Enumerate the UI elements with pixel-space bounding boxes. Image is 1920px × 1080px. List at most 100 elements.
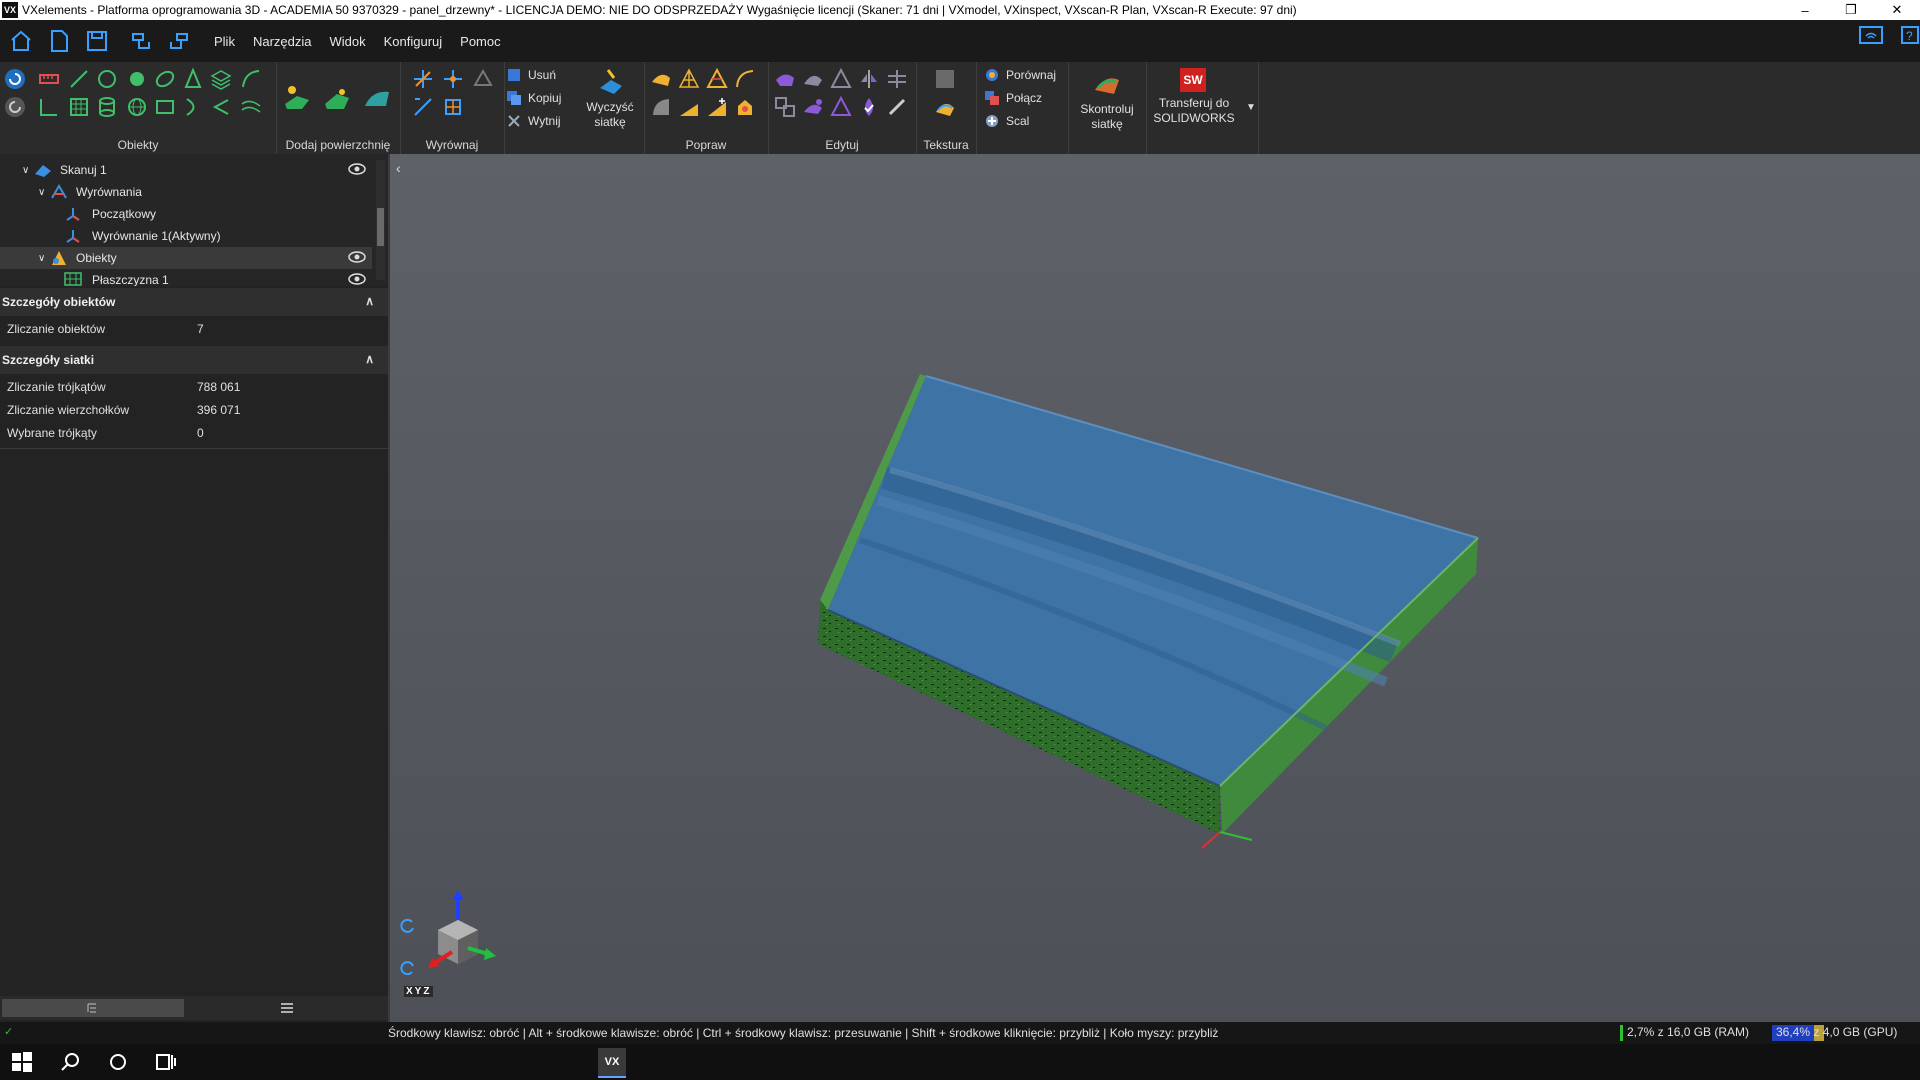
redo-icon[interactable] xyxy=(162,24,196,58)
compare-button[interactable]: Porównaj xyxy=(984,66,1064,86)
minimize-icon[interactable]: – xyxy=(1782,0,1828,20)
copy-button[interactable]: Kopiuj xyxy=(504,89,566,109)
align-icon[interactable] xyxy=(412,68,434,90)
visibility-eye-icon[interactable] xyxy=(348,251,366,263)
tree-item-skan[interactable]: ∨ Skanuj 1 xyxy=(0,159,372,181)
remesh-icon[interactable] xyxy=(802,96,824,118)
vxelements-taskbar-icon[interactable]: VX xyxy=(598,1048,626,1078)
chevron-up-icon[interactable]: ∧ xyxy=(365,352,374,366)
thicken-icon[interactable] xyxy=(830,96,852,118)
angle-icon[interactable] xyxy=(38,96,60,118)
clean-mesh-button[interactable]: Wyczyść siatkę xyxy=(580,66,640,146)
view-cube[interactable]: XYZ xyxy=(400,890,500,1000)
texture-icon[interactable] xyxy=(934,96,956,118)
menu-pomoc[interactable]: Pomoc xyxy=(460,34,500,49)
chevron-up-icon[interactable]: ∧ xyxy=(365,294,374,308)
measure-icon[interactable] xyxy=(38,68,60,90)
tree-item-plaszczyzna-1[interactable]: Płaszczyzna 1 xyxy=(0,269,372,286)
rotate-left-icon[interactable] xyxy=(400,918,416,934)
circle-icon[interactable] xyxy=(96,68,118,90)
texture-disabled-icon[interactable] xyxy=(934,68,956,90)
object-details-header[interactable]: Szczegóły obiektów ∧ xyxy=(0,288,388,316)
decimate-icon[interactable] xyxy=(678,68,700,90)
bridge-icon[interactable] xyxy=(678,96,700,118)
cone-icon[interactable] xyxy=(182,68,204,90)
tree-item-poczatkowy[interactable]: Początkowy xyxy=(0,203,372,225)
undo-icon[interactable] xyxy=(124,24,158,58)
line-icon[interactable] xyxy=(68,68,90,90)
windows-start-icon[interactable] xyxy=(10,1050,34,1074)
layers-icon[interactable] xyxy=(210,68,232,90)
visibility-eye-icon[interactable] xyxy=(348,273,366,285)
restore-icon[interactable]: ❐ xyxy=(1828,0,1874,20)
tree-item-wyrownanie-1[interactable]: Wyrównanie 1(Aktywny) xyxy=(0,225,372,247)
menu-narzedzia[interactable]: Narzędzia xyxy=(253,34,312,49)
check-drop-icon[interactable] xyxy=(858,96,880,118)
menu-konfiguruj[interactable]: Konfiguruj xyxy=(384,34,443,49)
sphere-icon[interactable] xyxy=(126,68,148,90)
curve-icon[interactable] xyxy=(240,68,262,90)
align-disabled-icon[interactable] xyxy=(472,68,494,90)
patch-icon[interactable] xyxy=(706,96,728,118)
pen-icon[interactable] xyxy=(886,96,908,118)
add-surface-star-icon[interactable] xyxy=(282,82,312,112)
chevron-down-icon[interactable]: ∨ xyxy=(22,165,29,176)
rotate-right-icon[interactable] xyxy=(400,960,416,976)
menu-widok[interactable]: Widok xyxy=(329,34,365,49)
curve-fix-icon[interactable] xyxy=(734,68,756,90)
arc-icon[interactable] xyxy=(182,96,204,118)
mesh-details-header[interactable]: Szczegóły siatki ∧ xyxy=(0,346,388,374)
edit-shape-icon[interactable] xyxy=(802,68,824,90)
grid-plane-icon[interactable] xyxy=(68,96,90,118)
help-icon[interactable]: ? xyxy=(1900,24,1920,48)
task-view-icon[interactable] xyxy=(154,1050,178,1074)
device-connection-icon[interactable] xyxy=(1858,24,1884,48)
new-file-icon[interactable] xyxy=(42,24,76,58)
tree-scrollbar[interactable] xyxy=(376,160,385,280)
rotate-view-icon[interactable] xyxy=(4,68,26,90)
merge-button[interactable]: Połącz xyxy=(984,89,1064,109)
align-axis-icon[interactable] xyxy=(412,96,434,118)
align-grid-icon[interactable] xyxy=(442,96,464,118)
menu-plik[interactable]: Plik xyxy=(214,34,235,49)
align-points-icon[interactable] xyxy=(442,68,464,90)
search-icon[interactable] xyxy=(58,1050,82,1074)
mesh-model[interactable] xyxy=(390,154,1920,1022)
surface-curve-icon[interactable] xyxy=(240,96,262,118)
list-view-icon[interactable] xyxy=(280,1002,294,1014)
chevron-down-icon[interactable]: ∨ xyxy=(38,253,45,264)
edit-boundary-icon[interactable] xyxy=(774,68,796,90)
section-icon[interactable] xyxy=(886,68,908,90)
close-icon[interactable]: ✕ xyxy=(1874,0,1920,20)
redo-circle-icon[interactable] xyxy=(4,96,26,118)
repair-icon[interactable] xyxy=(734,96,756,118)
polyline-icon[interactable] xyxy=(210,96,232,118)
visibility-eye-icon[interactable] xyxy=(348,163,366,175)
cortana-icon[interactable] xyxy=(106,1050,130,1074)
mirror-icon[interactable] xyxy=(858,68,880,90)
cut-button[interactable]: Wytnij xyxy=(504,112,566,132)
check-mesh-button[interactable]: Skontroluj siatkę xyxy=(1068,66,1146,146)
add-surface-curve-icon[interactable] xyxy=(362,82,392,112)
save-icon[interactable] xyxy=(80,24,114,58)
axis-cube-icon[interactable] xyxy=(416,890,500,976)
subdivide-icon[interactable] xyxy=(706,68,728,90)
tree-item-wyrownania[interactable]: ∨ Wyrównania xyxy=(0,181,372,203)
tree-scrollbar-thumb[interactable] xyxy=(377,208,384,246)
home-icon[interactable] xyxy=(4,24,38,58)
rectangle-icon[interactable] xyxy=(154,96,176,118)
chevron-down-icon[interactable]: ∨ xyxy=(38,187,45,198)
transform-icon[interactable] xyxy=(774,96,796,118)
tree-view-tab[interactable] xyxy=(2,999,184,1017)
dropdown-arrow-icon[interactable]: ▼ xyxy=(1246,102,1256,113)
edit-triangle-icon[interactable] xyxy=(830,68,852,90)
fill-hole-icon[interactable] xyxy=(650,96,672,118)
globe-icon[interactable] xyxy=(126,96,148,118)
cylinder-icon[interactable] xyxy=(96,96,118,118)
fuse-button[interactable]: Scal xyxy=(984,112,1064,132)
ellipse-icon[interactable] xyxy=(154,68,176,90)
smooth-icon[interactable] xyxy=(650,68,672,90)
3d-viewport[interactable]: ‹ XYZ xyxy=(390,154,1920,1022)
delete-button[interactable]: Usuń xyxy=(504,66,566,86)
transfer-solidworks-button[interactable]: SW Transferuj do SOLIDWORKS ▼ xyxy=(1146,66,1258,146)
